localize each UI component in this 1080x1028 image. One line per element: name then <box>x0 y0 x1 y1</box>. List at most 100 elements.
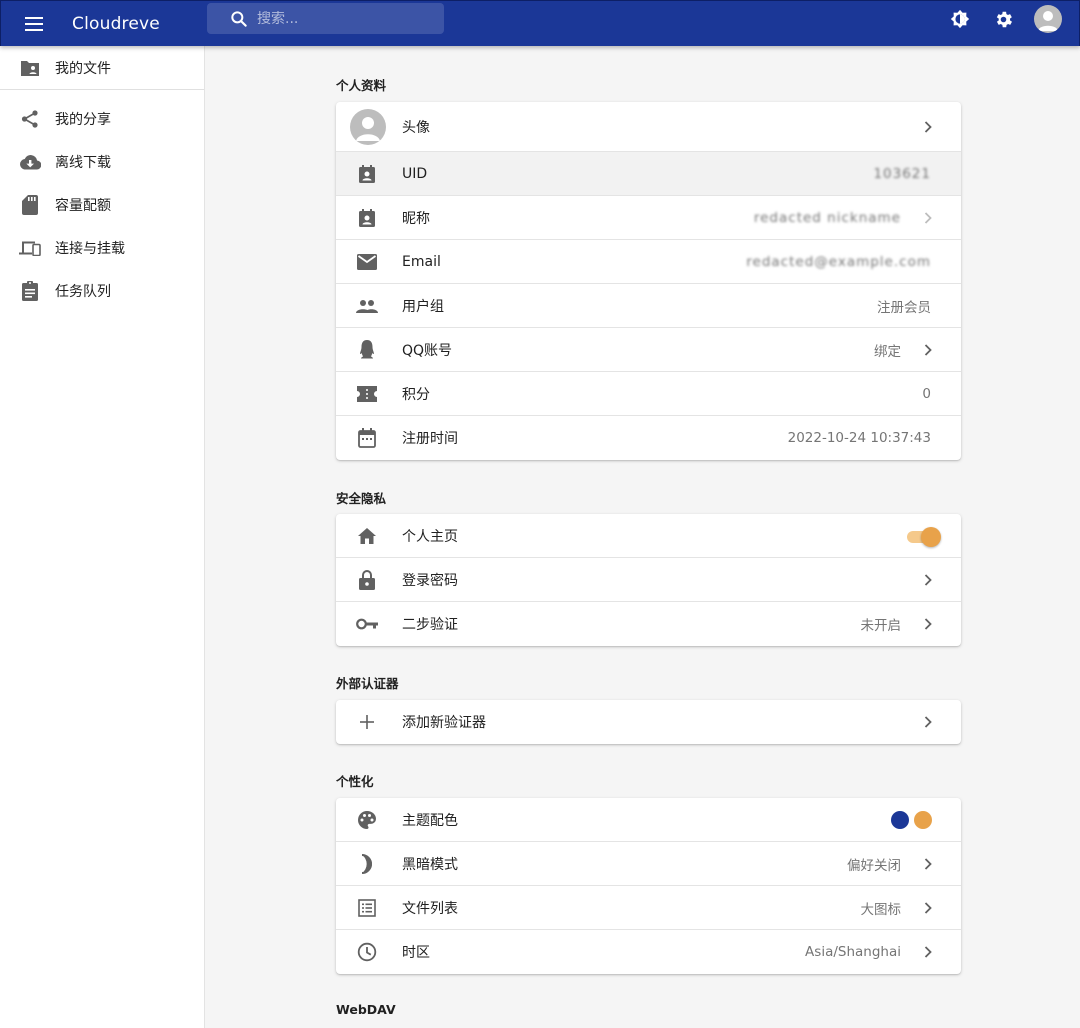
timezone-value: Asia/Shanghai <box>805 944 901 960</box>
sidebar-item-label: 连接与挂载 <box>55 241 125 257</box>
sidebar-item-label: 容量配额 <box>55 198 111 214</box>
qq-value: 绑定 <box>874 343 901 360</box>
dark-mode-value: 偏好关闭 <box>847 857 901 874</box>
chevron-right-icon <box>921 211 935 225</box>
homepage-label: 个人主页 <box>402 528 458 545</box>
chevron-right-icon <box>921 617 935 631</box>
section-title-profile: 个人资料 <box>336 78 387 93</box>
secondary-color-swatch[interactable] <box>914 811 932 829</box>
menu-icon[interactable] <box>18 8 50 40</box>
homepage-row[interactable]: 个人主页 <box>336 514 961 558</box>
mail-icon <box>356 251 378 273</box>
sidebar-item-storage-quota[interactable]: 容量配额 <box>0 184 204 226</box>
email-value: redacted@example.com <box>746 253 931 270</box>
qq-label: QQ账号 <box>402 342 453 359</box>
dark-mode-row[interactable]: 黑暗模式 偏好关闭 <box>336 842 961 886</box>
sidebar-item-label: 我的文件 <box>55 61 111 77</box>
user-group-value: 注册会员 <box>877 299 931 316</box>
assignment-icon <box>19 280 41 302</box>
section-title-security: 安全隐私 <box>336 491 387 506</box>
calendar-icon <box>356 427 378 449</box>
uid-label: UID <box>402 165 428 182</box>
lock-icon <box>356 569 378 591</box>
ticket-icon <box>356 383 378 405</box>
group-icon <box>356 295 378 317</box>
points-row[interactable]: 积分 0 <box>336 372 961 416</box>
timezone-label: 时区 <box>402 945 430 961</box>
theme-color-row[interactable]: 主题配色 <box>336 798 961 842</box>
chevron-right-icon <box>921 573 935 587</box>
primary-color-swatch[interactable] <box>891 811 909 829</box>
sidebar: 我的文件 我的分享 离线下载 容量配额 连接与挂载 任务队列 <box>0 46 205 1028</box>
sidebar-item-label: 我的分享 <box>55 112 111 128</box>
avatar <box>350 108 386 145</box>
user-group-label: 用户组 <box>402 298 444 315</box>
key-icon <box>356 613 378 635</box>
login-password-row[interactable]: 登录密码 <box>336 558 961 602</box>
chevron-right-icon <box>921 901 935 915</box>
register-time-label: 注册时间 <box>402 431 458 447</box>
user-avatar-icon[interactable] <box>1034 5 1062 33</box>
section-title-authenticators: 外部认证器 <box>336 676 399 691</box>
timezone-row[interactable]: 时区 Asia/Shanghai <box>336 930 961 974</box>
sidebar-divider <box>0 89 204 90</box>
search-box[interactable] <box>207 3 444 34</box>
file-list-row[interactable]: 文件列表 大图标 <box>336 886 961 930</box>
search-icon <box>231 10 247 27</box>
qq-row[interactable]: QQ账号 绑定 <box>336 328 961 372</box>
chevron-right-icon <box>921 343 935 357</box>
badge-icon <box>356 163 378 185</box>
add-authenticator-row[interactable]: 添加新验证器 <box>336 700 961 744</box>
app-title[interactable]: Cloudreve <box>72 14 160 34</box>
uid-row[interactable]: UID 103621 <box>336 152 961 196</box>
badge-icon <box>356 207 378 229</box>
two-factor-value: 未开启 <box>860 618 902 634</box>
register-time-value: 2022-10-24 10:37:43 <box>787 430 931 446</box>
qq-icon <box>356 339 378 361</box>
brightness-icon[interactable] <box>947 6 973 32</box>
personalization-card: 主题配色 黑暗模式 偏好关闭 文件列表 大图标 时区 Asia/Shanghai <box>336 798 961 974</box>
clock-icon <box>356 941 378 963</box>
app-bar: Cloudreve <box>0 0 1080 46</box>
profile-card: 头像 UID 103621 昵称 redacted nickname Email… <box>336 102 961 460</box>
moon-icon <box>356 853 378 875</box>
register-time-row[interactable]: 注册时间 2022-10-24 10:37:43 <box>336 416 961 460</box>
points-value: 0 <box>922 385 931 402</box>
theme-color-label: 主题配色 <box>402 812 458 829</box>
add-icon <box>356 711 378 733</box>
search-input[interactable] <box>257 10 427 27</box>
nickname-row[interactable]: 昵称 redacted nickname <box>336 196 961 240</box>
security-card: 个人主页 登录密码 二步验证 未开启 <box>336 514 961 646</box>
section-title-webdav: WebDAV <box>336 1002 396 1017</box>
file-list-value: 大图标 <box>860 901 902 918</box>
sidebar-item-connections[interactable]: 连接与挂载 <box>0 227 204 269</box>
nickname-label: 昵称 <box>402 210 430 227</box>
sd-storage-icon <box>19 194 41 216</box>
chevron-right-icon <box>921 120 935 134</box>
list-icon <box>356 897 378 919</box>
sidebar-item-my-shares[interactable]: 我的分享 <box>0 98 204 140</box>
points-label: 积分 <box>402 386 430 403</box>
folder-shared-icon <box>19 57 41 79</box>
login-password-label: 登录密码 <box>402 572 458 589</box>
settings-icon[interactable] <box>990 6 1016 32</box>
add-authenticator-label: 添加新验证器 <box>402 715 486 731</box>
authenticators-card: 添加新验证器 <box>336 700 961 744</box>
nickname-value: redacted nickname <box>753 209 901 226</box>
sidebar-item-task-queue[interactable]: 任务队列 <box>0 270 204 312</box>
two-factor-label: 二步验证 <box>402 617 458 633</box>
chevron-right-icon <box>921 857 935 871</box>
dark-mode-label: 黑暗模式 <box>402 856 458 873</box>
homepage-toggle[interactable] <box>905 526 941 547</box>
sidebar-item-label: 离线下载 <box>55 155 111 171</box>
sidebar-item-label: 任务队列 <box>55 284 111 300</box>
email-row[interactable]: Email redacted@example.com <box>336 240 961 284</box>
chevron-right-icon <box>921 715 935 729</box>
sidebar-item-offline-download[interactable]: 离线下载 <box>0 141 204 183</box>
home-icon <box>356 525 378 547</box>
sidebar-item-my-files[interactable]: 我的文件 <box>0 47 204 89</box>
share-icon <box>19 108 41 130</box>
user-group-row[interactable]: 用户组 注册会员 <box>336 284 961 328</box>
avatar-row[interactable]: 头像 <box>336 102 961 152</box>
two-factor-row[interactable]: 二步验证 未开启 <box>336 602 961 646</box>
